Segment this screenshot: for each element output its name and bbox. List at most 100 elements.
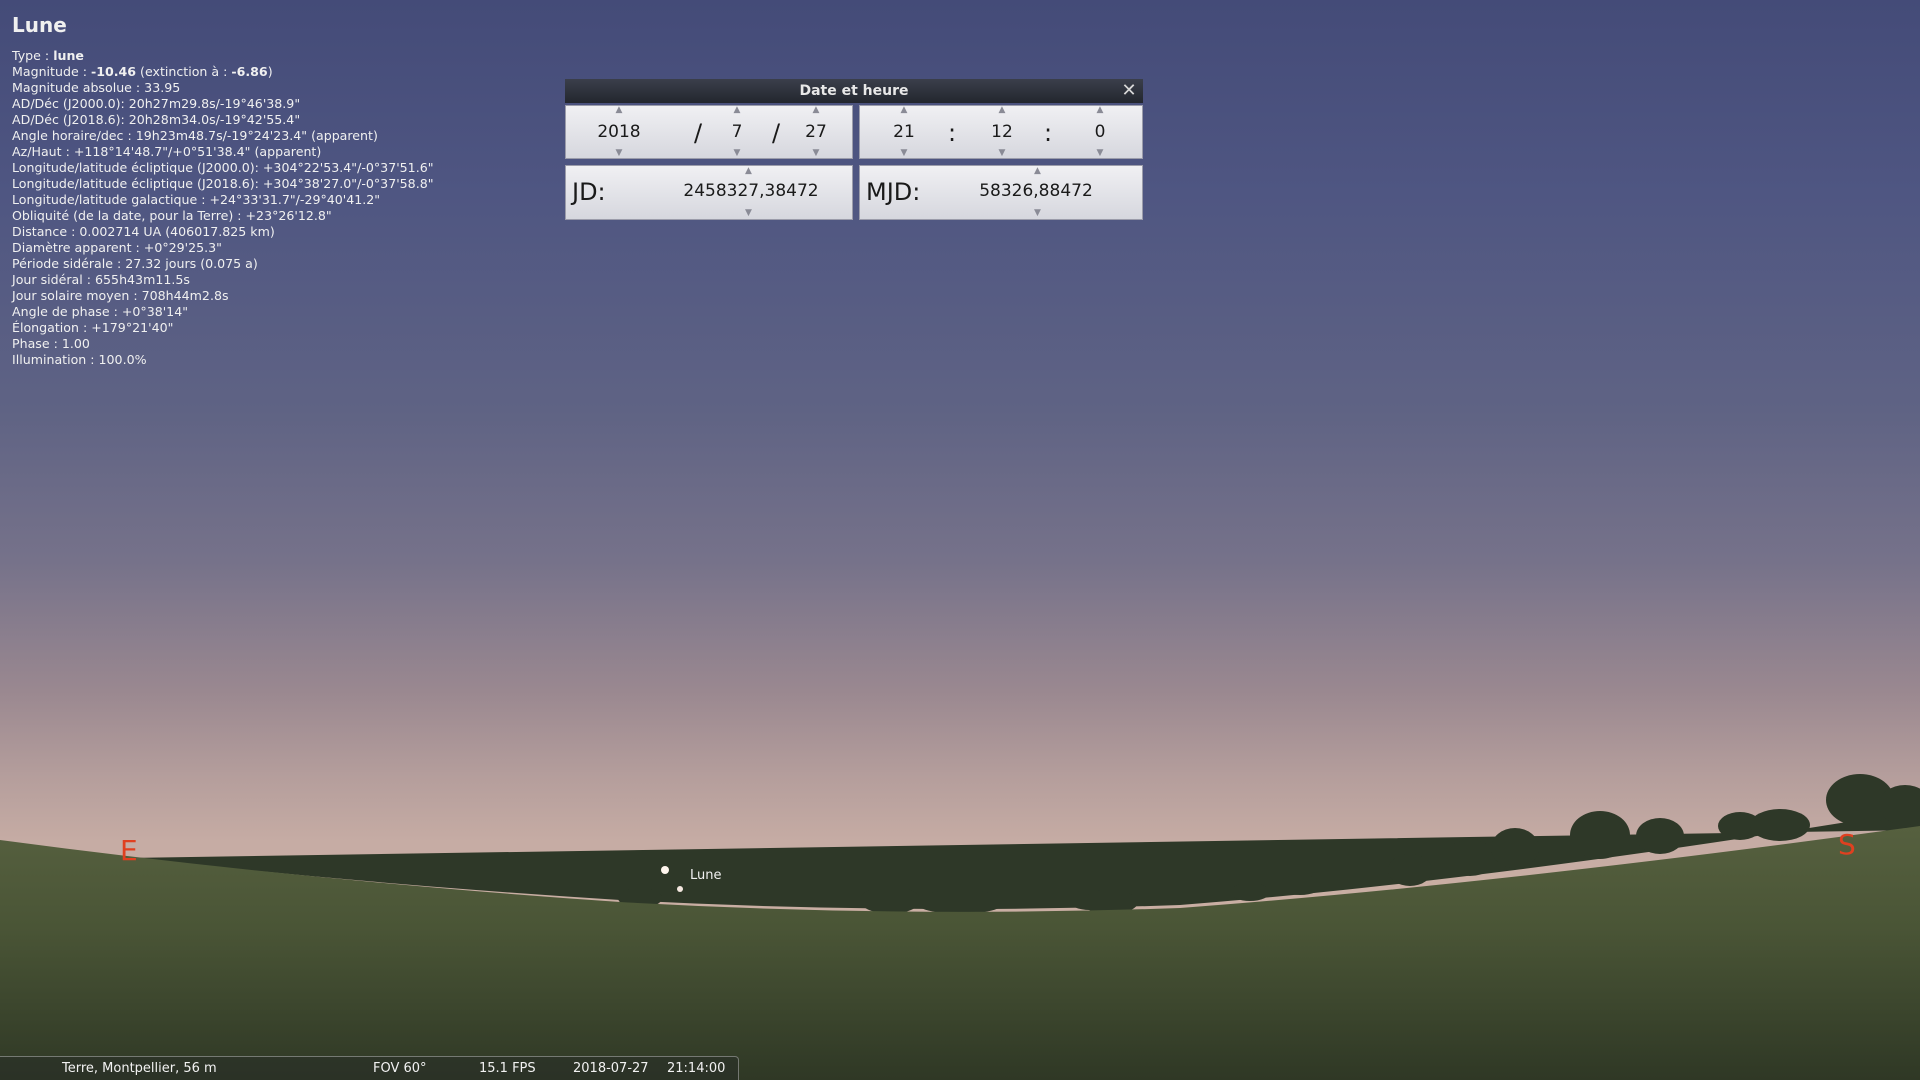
info-line-bold: -10.46 bbox=[90, 64, 137, 79]
info-line-rest: (extinction à : bbox=[136, 64, 232, 79]
info-line-label: Distance : 0.002714 UA (406017.825 km) bbox=[12, 224, 275, 239]
hour-spinbox[interactable]: ▲ 21 ▼ bbox=[884, 106, 924, 158]
arrow-down-icon[interactable]: ▼ bbox=[1034, 209, 1041, 218]
info-line-label: Élongation : +179°21'40" bbox=[12, 320, 174, 335]
day-spinbox[interactable]: ▲ 27 ▼ bbox=[796, 106, 836, 158]
moon-label[interactable]: Lune bbox=[690, 868, 722, 883]
info-line: Longitude/latitude galactique : +24°33'3… bbox=[12, 192, 434, 208]
time-separator: : bbox=[948, 119, 957, 147]
info-line: Jour sidéral : 655h43m11.5s bbox=[12, 272, 434, 288]
status-fov: FOV 60° bbox=[373, 1061, 427, 1076]
status-bar: Terre, Montpellier, 56 m FOV 60° 15.1 FP… bbox=[0, 1056, 739, 1080]
arrow-up-icon[interactable]: ▲ bbox=[586, 106, 652, 115]
arrow-down-icon[interactable]: ▼ bbox=[720, 149, 754, 158]
info-line: Phase : 1.00 bbox=[12, 336, 434, 352]
jd-value[interactable]: 2458327,38472 bbox=[656, 181, 846, 201]
info-line: Diamètre apparent : +0°29'25.3" bbox=[12, 240, 434, 256]
info-line-rest2: ) bbox=[267, 64, 273, 79]
info-line-label: Période sidérale : 27.32 jours (0.075 a) bbox=[12, 256, 258, 271]
info-line-label: Phase : 1.00 bbox=[12, 336, 90, 351]
year-spinbox[interactable]: ▲ 2018 ▼ bbox=[586, 106, 652, 158]
info-line-label: Obliquité (de la date, pour la Terre) : … bbox=[12, 208, 332, 223]
info-line: Obliquité (de la date, pour la Terre) : … bbox=[12, 208, 434, 224]
moon-reflection bbox=[677, 886, 683, 892]
info-line-bold: lune bbox=[53, 48, 84, 63]
info-line: Angle horaire/dec : 19h23m48.7s/-19°24'2… bbox=[12, 128, 434, 144]
info-line: Magnitude : -10.46 (extinction à : -6.86… bbox=[12, 64, 434, 80]
info-line: Longitude/latitude écliptique (J2000.0):… bbox=[12, 160, 434, 176]
info-line: Jour solaire moyen : 708h44m2.8s bbox=[12, 288, 434, 304]
info-line: Longitude/latitude écliptique (J2018.6):… bbox=[12, 176, 434, 192]
arrow-down-icon[interactable]: ▼ bbox=[796, 149, 836, 158]
mjd-value[interactable]: 58326,88472 bbox=[946, 181, 1126, 201]
arrow-down-icon[interactable]: ▼ bbox=[982, 149, 1022, 158]
moon[interactable] bbox=[661, 866, 669, 874]
close-icon[interactable]: ✕ bbox=[1119, 81, 1139, 101]
object-title: Lune bbox=[12, 13, 67, 37]
arrow-up-icon[interactable]: ▲ bbox=[982, 106, 1022, 115]
info-line-label: Jour sidéral : 655h43m11.5s bbox=[12, 272, 190, 287]
info-line-label: AD/Déc (J2000.0): 20h27m29.8s/-19°46'38.… bbox=[12, 96, 301, 111]
year-value[interactable]: 2018 bbox=[586, 120, 652, 144]
arrow-up-icon[interactable]: ▲ bbox=[884, 106, 924, 115]
sky-view[interactable]: Lune Type : lune Magnitude : -10.46 (exti… bbox=[0, 0, 1920, 1080]
mjd-spinbox[interactable]: MJD: ▲ 58326,88472 ▼ bbox=[859, 165, 1143, 220]
time-separator: : bbox=[1044, 119, 1053, 147]
arrow-down-icon[interactable]: ▼ bbox=[1080, 149, 1120, 158]
hour-value[interactable]: 21 bbox=[884, 120, 924, 144]
jd-spinbox[interactable]: JD: ▲ 2458327,38472 ▼ bbox=[565, 165, 853, 220]
window-titlebar[interactable]: Date et heure ✕ bbox=[565, 79, 1143, 103]
date-spinbox-group: ▲ 2018 ▼ / ▲ 7 ▼ / ▲ 27 ▼ bbox=[565, 105, 853, 159]
info-line-label: Angle de phase : +0°38'14" bbox=[12, 304, 189, 319]
object-info-lines: Type : lune Magnitude : -10.46 (extinctio… bbox=[12, 48, 434, 368]
date-separator: / bbox=[772, 119, 781, 147]
info-line-label: Longitude/latitude écliptique (J2018.6):… bbox=[12, 176, 434, 191]
info-line-label: Longitude/latitude écliptique (J2000.0):… bbox=[12, 160, 434, 175]
arrow-up-icon[interactable]: ▲ bbox=[720, 106, 754, 115]
arrow-up-icon[interactable]: ▲ bbox=[796, 106, 836, 115]
object-info-panel: Lune Type : lune Magnitude : -10.46 (exti… bbox=[12, 12, 434, 368]
cardinal-south: S bbox=[1838, 828, 1856, 861]
mjd-label: MJD: bbox=[866, 178, 921, 206]
status-fps: 15.1 FPS bbox=[479, 1061, 536, 1076]
status-date[interactable]: 2018-07-27 bbox=[573, 1057, 649, 1080]
month-spinbox[interactable]: ▲ 7 ▼ bbox=[720, 106, 754, 158]
minute-value[interactable]: 12 bbox=[982, 120, 1022, 144]
info-line: Distance : 0.002714 UA (406017.825 km) bbox=[12, 224, 434, 240]
info-line: AD/Déc (J2000.0): 20h27m29.8s/-19°46'38.… bbox=[12, 96, 434, 112]
info-line-label: Jour solaire moyen : 708h44m2.8s bbox=[12, 288, 229, 303]
month-value[interactable]: 7 bbox=[720, 120, 754, 144]
arrow-down-icon[interactable]: ▼ bbox=[884, 149, 924, 158]
window-title: Date et heure bbox=[799, 83, 909, 99]
arrow-up-icon[interactable]: ▲ bbox=[1034, 167, 1041, 176]
info-line-label: Diamètre apparent : +0°29'25.3" bbox=[12, 240, 222, 255]
info-line: Magnitude absolue : 33.95 bbox=[12, 80, 434, 96]
arrow-up-icon[interactable]: ▲ bbox=[1080, 106, 1120, 115]
arrow-down-icon[interactable]: ▼ bbox=[586, 149, 652, 158]
time-spinbox-group: ▲ 21 ▼ : ▲ 12 ▼ : ▲ 0 ▼ bbox=[859, 105, 1143, 159]
date-time-window[interactable]: Date et heure ✕ ▲ 2018 ▼ / ▲ 7 ▼ / ▲ 27 … bbox=[565, 79, 1143, 220]
info-line: Az/Haut : +118°14'48.7"/+0°51'38.4" (app… bbox=[12, 144, 434, 160]
info-line: Période sidérale : 27.32 jours (0.075 a) bbox=[12, 256, 434, 272]
date-separator: / bbox=[694, 119, 703, 147]
status-time[interactable]: 21:14:00 bbox=[667, 1057, 725, 1080]
status-location[interactable]: Terre, Montpellier, 56 m bbox=[62, 1057, 217, 1080]
info-line-label: Type : bbox=[12, 48, 54, 63]
info-line-label: Illumination : 100.0% bbox=[12, 352, 147, 367]
minute-spinbox[interactable]: ▲ 12 ▼ bbox=[982, 106, 1022, 158]
info-line-label: Magnitude absolue : 33.95 bbox=[12, 80, 181, 95]
info-line: AD/Déc (J2018.6): 20h28m34.0s/-19°42'55.… bbox=[12, 112, 434, 128]
info-line: Élongation : +179°21'40" bbox=[12, 320, 434, 336]
jd-label: JD: bbox=[572, 178, 606, 206]
second-value[interactable]: 0 bbox=[1080, 120, 1120, 144]
info-line: Illumination : 100.0% bbox=[12, 352, 434, 368]
info-line-label: AD/Déc (J2018.6): 20h28m34.0s/-19°42'55.… bbox=[12, 112, 301, 127]
info-line: Type : lune bbox=[12, 48, 434, 64]
info-line-label: Magnitude : bbox=[12, 64, 91, 79]
second-spinbox[interactable]: ▲ 0 ▼ bbox=[1080, 106, 1120, 158]
arrow-up-icon[interactable]: ▲ bbox=[745, 167, 752, 176]
info-line-label: Angle horaire/dec : 19h23m48.7s/-19°24'2… bbox=[12, 128, 378, 143]
info-line-label: Longitude/latitude galactique : +24°33'3… bbox=[12, 192, 381, 207]
arrow-down-icon[interactable]: ▼ bbox=[745, 209, 752, 218]
day-value[interactable]: 27 bbox=[796, 120, 836, 144]
